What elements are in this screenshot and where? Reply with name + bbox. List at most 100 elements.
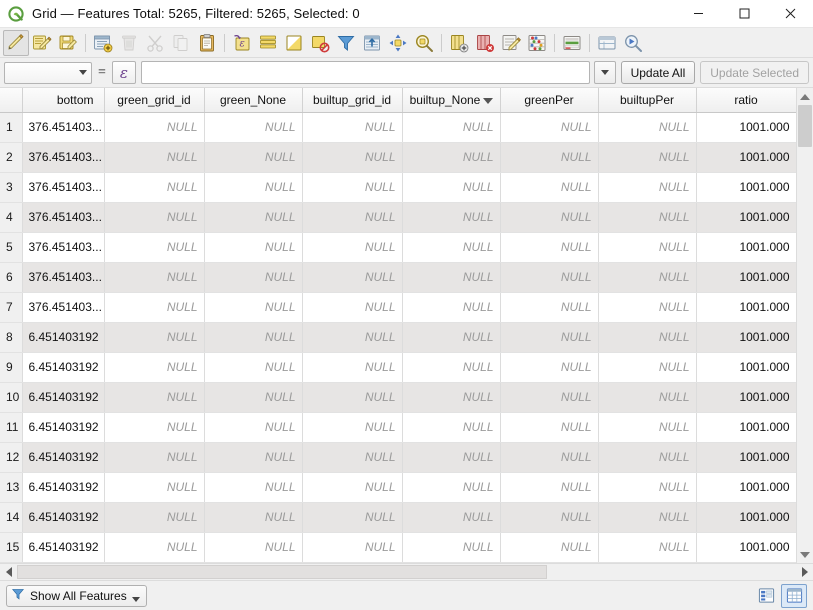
cell-builtup_grid_id[interactable]: NULL xyxy=(302,532,403,563)
paste-features-icon[interactable] xyxy=(194,30,220,56)
column-header-builtup_None[interactable]: builtup_None xyxy=(402,88,501,113)
table-row[interactable]: 9 6.451403192 NULL NULL NULL NULL NULL NULL 1001… xyxy=(0,352,796,383)
abacus-icon[interactable] xyxy=(524,30,550,56)
row-number[interactable]: 11 xyxy=(0,412,23,443)
cell-ratio[interactable]: 1001.000 xyxy=(696,262,796,293)
cell-bottom[interactable]: 6.451403192 xyxy=(22,352,105,383)
cell-builtup_None[interactable]: NULL xyxy=(402,472,501,503)
cell-ratio[interactable]: 1001.000 xyxy=(696,112,796,143)
row-number[interactable]: 4 xyxy=(0,202,23,233)
cell-greenPer[interactable]: NULL xyxy=(500,262,599,293)
cell-builtupPer[interactable]: NULL xyxy=(598,322,697,353)
cell-green_grid_id[interactable]: NULL xyxy=(104,202,205,233)
cell-bottom[interactable]: 376.451403... xyxy=(22,232,105,263)
cell-builtupPer[interactable]: NULL xyxy=(598,472,697,503)
cell-ratio[interactable]: 1001.000 xyxy=(696,502,796,533)
dock-window-icon[interactable] xyxy=(594,30,620,56)
cell-builtupPer[interactable]: NULL xyxy=(598,442,697,473)
row-number[interactable]: 6 xyxy=(0,262,23,293)
row-number[interactable]: 5 xyxy=(0,232,23,263)
cell-green_grid_id[interactable]: NULL xyxy=(104,112,205,143)
scroll-down-button[interactable] xyxy=(797,546,813,563)
table-row[interactable]: 11 6.451403192 NULL NULL NULL NULL NULL NULL 100… xyxy=(0,412,796,443)
cell-builtup_grid_id[interactable]: NULL xyxy=(302,322,403,353)
cell-green_grid_id[interactable]: NULL xyxy=(104,352,205,383)
cell-green_None[interactable]: NULL xyxy=(204,232,303,263)
cell-builtup_None[interactable]: NULL xyxy=(402,412,501,443)
vertical-scroll-track[interactable] xyxy=(797,105,813,546)
horizontal-scroll-thumb[interactable] xyxy=(17,565,547,579)
delete-column-icon[interactable] xyxy=(472,30,498,56)
cell-greenPer[interactable]: NULL xyxy=(500,232,599,263)
cell-builtupPer[interactable]: NULL xyxy=(598,532,697,563)
cell-builtupPer[interactable]: NULL xyxy=(598,172,697,203)
cell-ratio[interactable]: 1001.000 xyxy=(696,202,796,233)
expression-builder-button[interactable]: ε xyxy=(111,61,136,84)
cell-green_None[interactable]: NULL xyxy=(204,412,303,443)
cell-green_None[interactable]: NULL xyxy=(204,502,303,533)
cell-builtup_None[interactable]: NULL xyxy=(402,172,501,203)
cell-ratio[interactable]: 1001.000 xyxy=(696,472,796,503)
table-row[interactable]: 13 6.451403192 NULL NULL NULL NULL NULL NULL 100… xyxy=(0,472,796,503)
maximize-button[interactable] xyxy=(721,0,767,28)
deselect-all-icon[interactable] xyxy=(307,30,333,56)
new-column-icon[interactable] xyxy=(446,30,472,56)
cell-builtup_None[interactable]: NULL xyxy=(402,532,501,563)
cell-builtup_grid_id[interactable]: NULL xyxy=(302,472,403,503)
column-header-ratio[interactable]: ratio xyxy=(696,88,796,113)
close-button[interactable] xyxy=(767,0,813,28)
cell-builtup_None[interactable]: NULL xyxy=(402,352,501,383)
row-number[interactable]: 12 xyxy=(0,442,23,473)
table-row[interactable]: 2 376.451403... NULL NULL NULL NULL NULL NULL 10… xyxy=(0,142,796,173)
cell-ratio[interactable]: 1001.000 xyxy=(696,382,796,413)
cell-ratio[interactable]: 1001.000 xyxy=(696,292,796,323)
field-select-combo[interactable] xyxy=(4,61,92,84)
cell-bottom[interactable]: 6.451403192 xyxy=(22,502,105,533)
cell-green_None[interactable]: NULL xyxy=(204,262,303,293)
column-header-builtup_grid_id[interactable]: builtup_grid_id xyxy=(302,88,403,113)
cell-green_grid_id[interactable]: NULL xyxy=(104,232,205,263)
pan-to-selection-icon[interactable] xyxy=(385,30,411,56)
select-by-expression-icon[interactable]: ε xyxy=(229,30,255,56)
row-number[interactable]: 7 xyxy=(0,292,23,323)
column-header-builtupPer[interactable]: builtupPer xyxy=(598,88,697,113)
table-row[interactable]: 5 376.451403... NULL NULL NULL NULL NULL NULL 10… xyxy=(0,232,796,263)
cell-green_grid_id[interactable]: NULL xyxy=(104,412,205,443)
row-number[interactable]: 10 xyxy=(0,382,23,413)
cell-bottom[interactable]: 6.451403192 xyxy=(22,532,105,563)
cell-builtup_grid_id[interactable]: NULL xyxy=(302,142,403,173)
cell-bottom[interactable]: 6.451403192 xyxy=(22,412,105,443)
new-field-icon[interactable] xyxy=(90,30,116,56)
copy-features-icon[interactable] xyxy=(168,30,194,56)
show-all-features-button[interactable]: Show All Features xyxy=(6,584,147,607)
save-edits-icon[interactable] xyxy=(29,30,55,56)
table-row[interactable]: 8 6.451403192 NULL NULL NULL NULL NULL NULL 1001… xyxy=(0,322,796,353)
cell-builtup_grid_id[interactable]: NULL xyxy=(302,112,403,143)
actions-icon[interactable] xyxy=(620,30,646,56)
cell-green_None[interactable]: NULL xyxy=(204,292,303,323)
cell-green_None[interactable]: NULL xyxy=(204,442,303,473)
select-all-icon[interactable] xyxy=(255,30,281,56)
cell-builtup_grid_id[interactable]: NULL xyxy=(302,232,403,263)
cell-builtupPer[interactable]: NULL xyxy=(598,352,697,383)
cell-green_None[interactable]: NULL xyxy=(204,142,303,173)
row-number[interactable]: 8 xyxy=(0,322,23,353)
cell-builtup_None[interactable]: NULL xyxy=(402,112,501,143)
cell-builtupPer[interactable]: NULL xyxy=(598,112,697,143)
cell-green_grid_id[interactable]: NULL xyxy=(104,442,205,473)
cell-bottom[interactable]: 376.451403... xyxy=(22,292,105,323)
cell-bottom[interactable]: 6.451403192 xyxy=(22,382,105,413)
cell-green_None[interactable]: NULL xyxy=(204,202,303,233)
cell-ratio[interactable]: 1001.000 xyxy=(696,142,796,173)
row-number[interactable]: 13 xyxy=(0,472,23,503)
expression-input[interactable] xyxy=(140,61,590,84)
cell-builtup_grid_id[interactable]: NULL xyxy=(302,352,403,383)
cell-greenPer[interactable]: NULL xyxy=(500,172,599,203)
cell-builtupPer[interactable]: NULL xyxy=(598,232,697,263)
cell-builtupPer[interactable]: NULL xyxy=(598,502,697,533)
cell-bottom[interactable]: 6.451403192 xyxy=(22,442,105,473)
vertical-scrollbar[interactable] xyxy=(796,88,813,563)
cell-green_grid_id[interactable]: NULL xyxy=(104,262,205,293)
cell-green_None[interactable]: NULL xyxy=(204,472,303,503)
cell-ratio[interactable]: 1001.000 xyxy=(696,442,796,473)
